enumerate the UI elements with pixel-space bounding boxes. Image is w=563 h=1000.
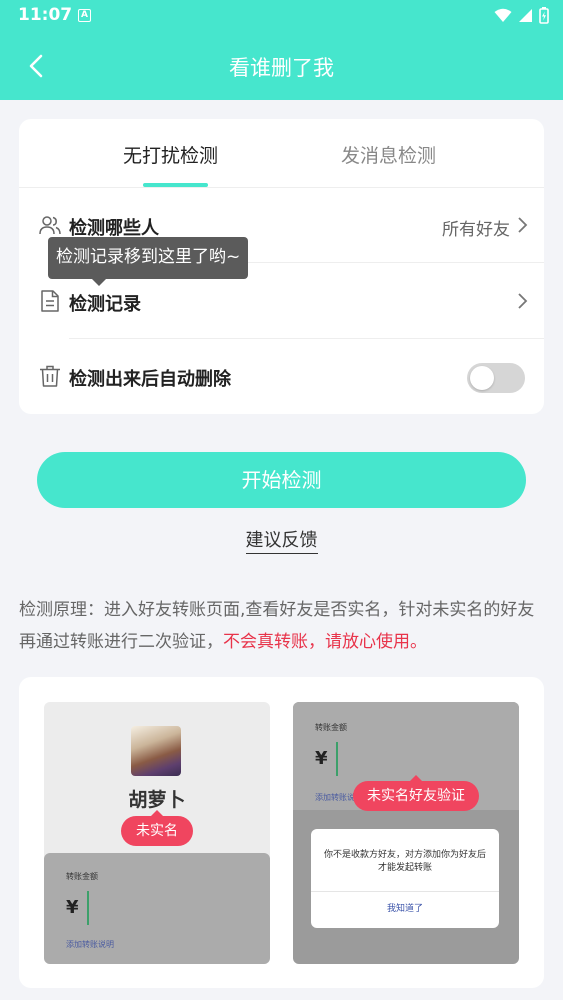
tooltip-arrow [92,279,106,286]
principle-warning: 不会真转账，请放心使用。 [223,632,427,652]
chevron-right-icon [518,293,528,309]
unverified-badge: 未实名 [121,810,193,846]
tab-message-detection[interactable]: 发消息检测 [341,141,436,168]
avatar [131,726,181,776]
tooltip: 检测记录移到这里了哟~ [48,237,249,286]
row-value: 所有好友 [442,220,510,240]
document-icon [41,290,59,312]
illustration-card: 胡萝卜 未实名 转账金额 ¥ 添加转账说明 转账金额 ¥ 添加转账说 未实名好友… [19,677,544,988]
feedback-link-wrap: 建议反馈 [0,526,563,554]
app-bar: 看谁删了我 [0,32,563,100]
signal-icon [519,9,532,22]
start-detection-button[interactable]: 开始检测 [37,452,526,508]
dialog-message: 你不是收款方好友，对方添加你为好友后才能发起转账 [323,850,486,873]
currency-symbol: ¥ [315,748,328,769]
amount-label: 转账金额 [315,723,347,732]
toggle-knob [470,366,494,390]
status-bar: 11:07 A [0,0,563,32]
transfer-panel: 转账金额 ¥ 添加转账说明 [44,853,270,964]
page-title: 看谁删了我 [229,56,334,80]
dialog-confirm-button: 我知道了 [386,904,423,914]
not-friend-dialog: 你不是收款方好友，对方添加你为好友后才能发起转账 我知道了 [311,829,499,928]
battery-icon [539,7,549,24]
status-time: 11:07 [18,5,73,25]
transfer-mockup: 转账金额 ¥ 添加转账说 未实名好友验证 你不是收款方好友，对方添加你为好友后才… [293,702,519,964]
input-cursor [336,742,338,776]
tab-no-disturb[interactable]: 无打扰检测 [123,141,218,168]
row-label: 检测出来后自动删除 [69,369,231,390]
currency-symbol: ¥ [66,897,79,918]
input-cursor [87,891,89,925]
chevron-right-icon [518,217,528,233]
verify-badge: 未实名好友验证 [353,775,479,811]
tooltip-text: 检测记录移到这里了哟~ [56,247,241,267]
row-auto-delete: 检测出来后自动删除 [19,339,544,414]
trash-icon [40,365,60,387]
notification-icon: A [78,9,91,22]
amount-label: 转账金额 [66,872,98,881]
wifi-icon [494,8,512,22]
row-label: 检测记录 [69,294,141,315]
feedback-link[interactable]: 建议反馈 [245,530,318,554]
transfer-note-link: 添加转账说明 [66,940,114,949]
people-icon [39,216,61,235]
transfer-note-link: 添加转账说 [315,793,355,802]
profile-mockup: 胡萝卜 未实名 转账金额 ¥ 添加转账说明 [44,702,270,964]
detection-principle: 检测原理：进入好友转账页面,查看好友是否实名，针对未实名的好友再通过转账进行二次… [19,594,544,658]
auto-delete-toggle[interactable] [467,363,525,393]
friend-name: 胡萝卜 [128,789,186,811]
status-icons [494,7,549,24]
divider [311,891,499,892]
